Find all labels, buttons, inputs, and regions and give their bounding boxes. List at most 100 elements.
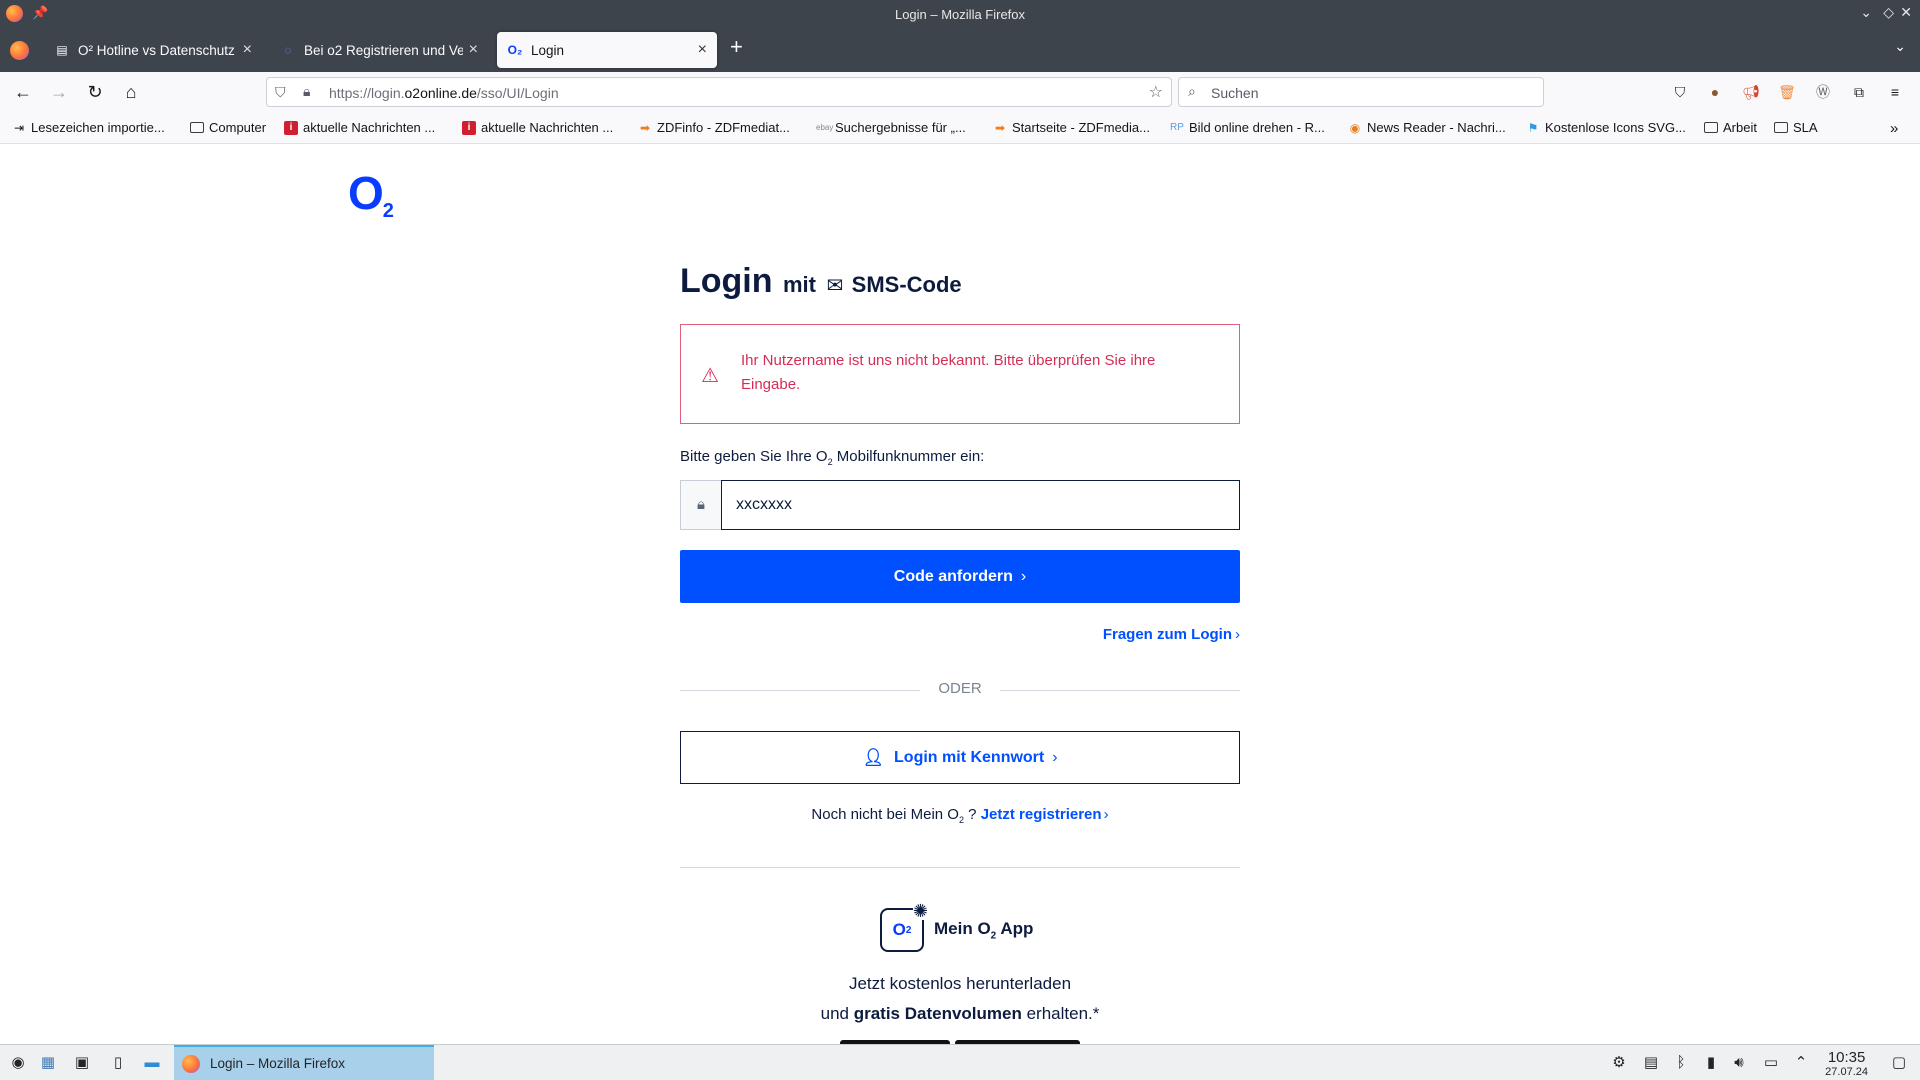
bookmark-zdfinfo[interactable]: ➡ ZDFinfo - ZDFmediat... [638, 120, 790, 135]
url-prefix: https://login. [329, 85, 405, 101]
register-link[interactable]: Jetzt registrieren › [981, 806, 1109, 823]
login-help-link[interactable]: Fragen zum Login › [1103, 626, 1240, 643]
o2-favicon-icon: ◌ [284, 43, 292, 57]
tab-o2-register[interactable]: ◌ Bei o2 Registrieren und Ve × [270, 32, 488, 68]
bookmark-news-2[interactable]: i aktuelle Nachrichten ... [462, 120, 613, 135]
text-editor-icon[interactable]: ▯ [106, 1051, 130, 1075]
logo-letter: O [348, 167, 384, 219]
app-launcher-icon[interactable]: ◉ [6, 1051, 30, 1075]
request-code-label: Code anfordern [893, 567, 1013, 585]
taskbar-task-firefox[interactable]: Login – Mozilla Firefox [174, 1045, 434, 1080]
minimize-icon[interactable]: ⌄ [1860, 4, 1872, 21]
bookmark-label: Arbeit [1723, 120, 1757, 135]
tab-login[interactable]: O₂ Login × [497, 32, 717, 68]
maximize-icon[interactable]: ◇ [1883, 4, 1894, 21]
promo-text-bold: gratis Datenvolumen [853, 1004, 1022, 1023]
search-bar[interactable]: ⌕ Suchen [1178, 77, 1544, 107]
search-icon: ⌕ [1188, 83, 1196, 99]
bookmark-icons-svg[interactable]: ⚑ Kostenlose Icons SVG... [1526, 120, 1686, 135]
tab-label: Bei o2 Registrieren und Ve [304, 42, 463, 58]
terminal-icon[interactable]: ▣ [70, 1051, 94, 1075]
gear-icon: ✺ [912, 901, 928, 921]
file-manager-icon[interactable]: ▬ [140, 1051, 164, 1075]
extensions-icon[interactable]: ⧉ [1849, 82, 1869, 102]
warning-icon: ⚠ [701, 365, 719, 387]
close-window-icon[interactable]: ✕ [1900, 4, 1912, 21]
lock-icon[interactable]: 🔒︎ [303, 83, 310, 100]
bookmark-news-reader[interactable]: ◉ News Reader - Nachri... [1348, 120, 1506, 135]
app-name-pre: Mein O [934, 918, 991, 938]
url-domain: o2online.de [404, 85, 477, 101]
bookmark-zdfmedia[interactable]: ➡ Startseite - ZDFmedia... [993, 120, 1150, 135]
login-with-password-button[interactable]: 👤︎ Login mit Kennwort › [680, 731, 1240, 784]
zdf-favicon-icon: ➡ [639, 120, 651, 135]
w-extension-icon[interactable]: Ⓦ [1813, 82, 1833, 102]
navigation-toolbar: ← → ↻ ⌂ ⛉ 🔒︎ https://login.o2online.de/s… [0, 72, 1920, 112]
more-bookmarks-icon[interactable]: » [1890, 120, 1898, 137]
firefox-icon [182, 1054, 200, 1073]
new-tab-icon[interactable]: + [730, 34, 743, 60]
bookmark-label: Computer [209, 120, 267, 135]
close-tab-icon[interactable]: × [698, 41, 707, 59]
back-icon[interactable]: ← [10, 80, 36, 104]
tracking-protection-icon[interactable]: ⛉ [275, 84, 286, 101]
app-promo-line1: Jetzt kostenlos herunterladen [848, 974, 1072, 993]
home-icon[interactable]: ⌂ [118, 80, 144, 104]
pocket-icon[interactable]: ⛉ [1670, 82, 1690, 102]
phone-number-input[interactable] [721, 480, 1240, 530]
bookmark-label: Bild online drehen - R... [1189, 120, 1325, 135]
clipboard-tray-icon[interactable]: ▤ [1640, 1051, 1662, 1075]
info-favicon-icon: i [462, 120, 476, 135]
close-tab-icon[interactable]: × [243, 41, 252, 59]
list-all-tabs-icon[interactable]: ⌄ [1894, 38, 1906, 55]
cookie-extension-icon[interactable]: ● [1705, 82, 1725, 102]
menu-icon[interactable]: ≡ [1885, 82, 1905, 102]
request-code-button[interactable]: Code anfordern › [680, 550, 1240, 603]
clock-time: 10:35 [1827, 1049, 1866, 1066]
chevron-right-icon: › [1103, 806, 1109, 823]
url-text[interactable]: https://login.o2online.de/sso/UI/Login [329, 85, 559, 101]
network-tray-icon[interactable]: ⚙ [1608, 1051, 1630, 1075]
device-tray-icon[interactable]: ▮ [1700, 1051, 1722, 1075]
megaphone-extension-icon[interactable]: 📢︎ [1741, 82, 1761, 102]
volume-tray-icon[interactable]: 🔊︎ [1728, 1051, 1750, 1075]
bluetooth-tray-icon[interactable]: ᛒ [1670, 1051, 1692, 1075]
app-promo-line2: und gratis Datenvolumen erhalten.* [680, 1004, 1240, 1024]
heading-mit: mit [782, 272, 816, 297]
app-promo-header: O 2 ✺ Mein O2 App [880, 902, 1033, 952]
o2-logo[interactable]: O2 [348, 166, 394, 223]
firefox-view-icon[interactable] [10, 41, 29, 60]
clock[interactable]: 10:35 27.07.24 [1825, 1049, 1868, 1078]
bookmark-star-icon[interactable]: ☆ [1149, 82, 1163, 102]
bookmark-rotate-image[interactable]: RP Bild online drehen - R... [1170, 120, 1325, 135]
task-label: Login – Mozilla Firefox [210, 1056, 346, 1071]
rp-favicon-icon: RP [1170, 121, 1184, 133]
trash-extension-icon[interactable]: 🗑︎ [1777, 82, 1797, 102]
label-text-post: Mobilfunknummer ein: [832, 448, 985, 465]
phone-field-label: Bitte geben Sie Ihre O2 Mobilfunknummer … [680, 448, 984, 467]
show-desktop-icon[interactable]: ▢ [1888, 1051, 1910, 1075]
bookmark-label: SLA [1793, 120, 1818, 135]
window-title: Login – Mozilla Firefox [894, 7, 1026, 22]
app-icon-subscript: 2 [905, 924, 912, 936]
bookmark-folder-sla[interactable]: SLA [1774, 120, 1818, 135]
bookmark-folder-computer[interactable]: Computer [190, 120, 266, 135]
register-question: ? [964, 806, 981, 823]
promo-text-pre: und [820, 1004, 854, 1023]
bookmark-folder-arbeit[interactable]: Arbeit [1704, 120, 1757, 135]
forward-icon[interactable]: → [46, 80, 72, 104]
desktop-pager-icon[interactable]: ▦ [36, 1051, 60, 1075]
expand-tray-icon[interactable]: ⌃ [1790, 1051, 1812, 1075]
url-bar[interactable]: ⛉ 🔒︎ https://login.o2online.de/sso/UI/Lo… [266, 77, 1172, 107]
close-tab-icon[interactable]: × [469, 41, 478, 59]
bookmark-import[interactable]: ⇥ Lesezeichen importie... [12, 120, 165, 135]
folder-icon [190, 122, 204, 133]
reload-icon[interactable]: ↻ [82, 80, 108, 104]
tab-o2-hotline[interactable]: ▤ O² Hotline vs Datenschutz × [44, 32, 262, 68]
page-content: O2 Login mit ✉ SMS-Code ⚠ Ihr Nutzername… [0, 144, 1920, 1044]
bookmark-search-results[interactable]: ebay Suchergebnisse für „... [816, 120, 966, 135]
window-titlebar: 📌 Login – Mozilla Firefox ⌄ ◇ ✕ [0, 0, 1920, 28]
bookmark-news-1[interactable]: i aktuelle Nachrichten ... [284, 120, 435, 135]
display-tray-icon[interactable]: ▭ [1760, 1051, 1782, 1075]
bookmark-label: Suchergebnisse für „... [835, 120, 966, 135]
